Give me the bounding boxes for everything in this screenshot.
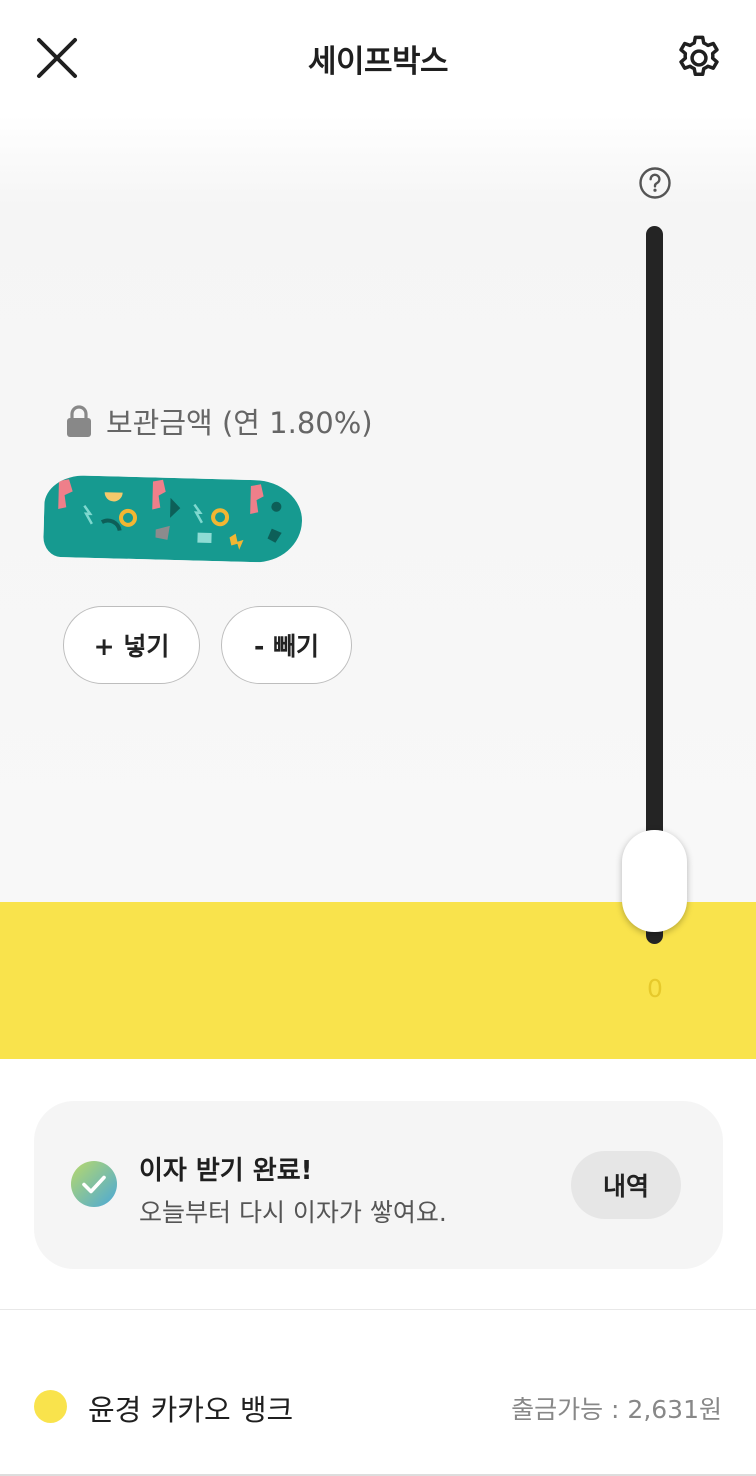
account-color-dot: [34, 1390, 67, 1423]
notice-subtitle: 오늘부터 다시 이자가 쌓여요.: [139, 1198, 447, 1227]
header: 세이프박스: [0, 0, 756, 115]
linked-account-row[interactable]: 윤경 카카오 뱅크 출금가능 : 2,631원: [0, 1360, 756, 1450]
page-title: 세이프박스: [307, 44, 449, 80]
safebox-screen: 세이프박스 보관금액 (연 1.80%) + 넣기 - 빼기 0 이자 받기 완…: [0, 0, 756, 1476]
redaction-pattern: [42, 474, 304, 564]
notice-title: 이자 받기 완료!: [139, 1156, 313, 1186]
account-name: 윤경 카카오 뱅크: [88, 1393, 294, 1427]
amount-slider-handle[interactable]: [622, 830, 687, 932]
help-button[interactable]: [638, 166, 672, 200]
gear-icon: [679, 35, 719, 76]
check-circle-icon: [71, 1161, 117, 1207]
lock-icon: [67, 405, 91, 437]
history-button[interactable]: 내역: [571, 1151, 681, 1219]
slider-min-label: 0: [647, 974, 663, 1003]
settings-button[interactable]: [673, 32, 725, 84]
withdraw-button[interactable]: - 빼기: [221, 606, 352, 684]
withdrawable-balance: 출금가능 : 2,631원: [511, 1395, 722, 1424]
balance-label-text: 보관금액 (연 1.80%): [106, 406, 373, 440]
question-icon: [639, 167, 671, 199]
redacted-balance-amount: [42, 474, 304, 564]
section-divider: [0, 1309, 756, 1310]
balance-label: 보관금액 (연 1.80%): [64, 400, 373, 442]
interest-notice-card: 이자 받기 완료! 오늘부터 다시 이자가 쌓여요. 내역: [34, 1101, 723, 1269]
deposit-button[interactable]: + 넣기: [63, 606, 200, 684]
